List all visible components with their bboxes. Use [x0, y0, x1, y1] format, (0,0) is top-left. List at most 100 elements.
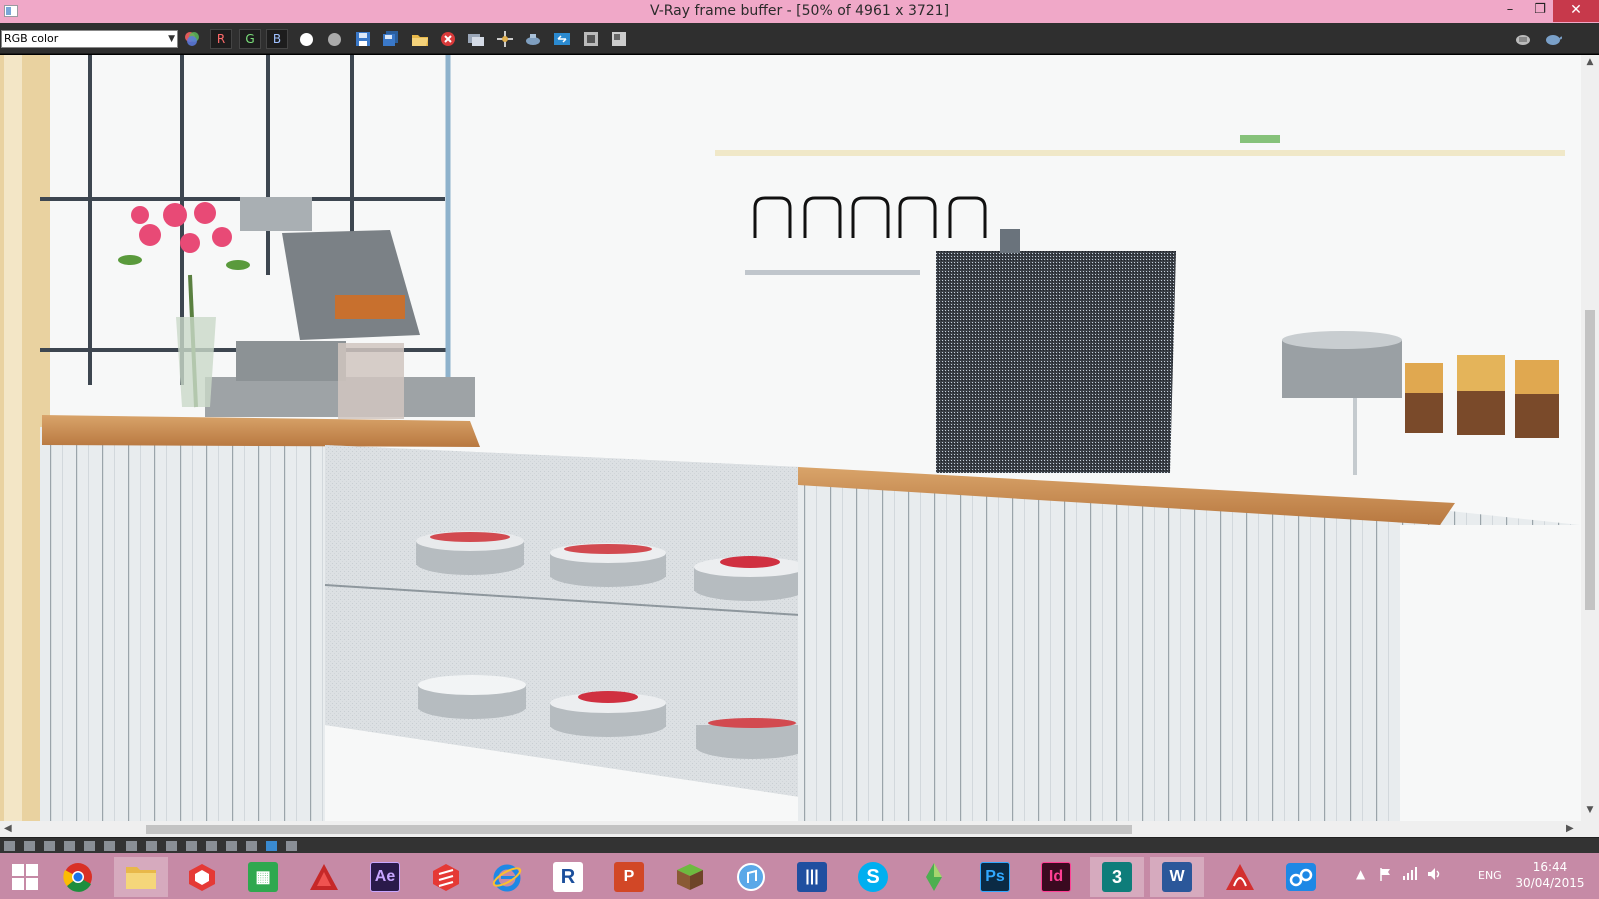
- color-wheel-icon: [185, 32, 199, 46]
- teapot-region-icon: [526, 34, 540, 45]
- alpha-white-button[interactable]: [295, 29, 317, 49]
- taskbar-app-sketchup-make[interactable]: [419, 857, 473, 897]
- taskbar-app-skype[interactable]: S: [846, 857, 900, 897]
- blue-channel-button[interactable]: B: [266, 29, 288, 49]
- icc-icon[interactable]: [206, 841, 217, 851]
- track-mouse-button[interactable]: [494, 29, 516, 49]
- taskbar-app-minecraft[interactable]: [663, 857, 717, 897]
- tray-overflow-icon[interactable]: ▲: [1356, 867, 1365, 899]
- compare-h-icon[interactable]: [226, 841, 237, 851]
- save-image-button[interactable]: [352, 29, 374, 49]
- render-last-icon: [554, 33, 570, 45]
- scroll-down-icon[interactable]: ▼: [1581, 805, 1599, 815]
- clear-icon: [441, 32, 455, 46]
- channel-select[interactable]: RGB color ▼: [1, 30, 178, 48]
- scroll-up-icon[interactable]: ▲: [1581, 57, 1599, 67]
- input-language[interactable]: ENG: [1478, 869, 1502, 882]
- windows-taskbar: ▦ Ae R P ||| S Ps Id 3 W ▲ ENG 16:44 30/…: [0, 853, 1599, 899]
- duplicate-icon: [468, 34, 484, 46]
- clear-image-button[interactable]: [437, 29, 459, 49]
- window-title: V-Ray frame buffer - [50% of 4961 x 3721…: [649, 3, 950, 19]
- color-balance-icon[interactable]: [84, 841, 95, 851]
- taskbar-app-itunes[interactable]: [724, 857, 778, 897]
- ab-compare-icon[interactable]: [266, 841, 277, 851]
- action-center-flag-icon[interactable]: [1378, 866, 1394, 899]
- taskbar-app-indesign[interactable]: Id: [1029, 857, 1083, 897]
- taskbar-app-store[interactable]: ▦: [236, 857, 290, 897]
- taskbar-app-autocad[interactable]: [297, 857, 351, 897]
- taskbar-app-powerpoint[interactable]: P: [602, 857, 656, 897]
- network-signal-icon[interactable]: [1402, 867, 1418, 899]
- horizontal-scroll-thumb[interactable]: [146, 825, 1132, 834]
- multi-floppy-icon: [383, 31, 398, 46]
- cloud-sync-icon: [1286, 863, 1316, 891]
- crosshair-icon: [497, 31, 513, 47]
- scroll-right-icon[interactable]: ▶: [1566, 821, 1574, 837]
- autocad-icon: [310, 864, 338, 890]
- green-channel-button[interactable]: G: [239, 29, 261, 49]
- render-button[interactable]: [1542, 29, 1564, 49]
- taskbar-app-photoshop[interactable]: Ps: [968, 857, 1022, 897]
- lut-icon[interactable]: [166, 841, 177, 851]
- vertical-scroll-thumb[interactable]: [1585, 310, 1595, 610]
- start-button[interactable]: [12, 864, 38, 890]
- taskbar-app-sketchup[interactable]: [175, 857, 229, 897]
- taskbar-app-sims[interactable]: [907, 857, 961, 897]
- vfb-toolbar: RGB color ▼ R G B: [0, 23, 1599, 54]
- clock-date: 30/04/2015: [1515, 876, 1585, 890]
- volume-icon[interactable]: [1426, 867, 1442, 899]
- taskbar-app-3ds-max[interactable]: 3: [1090, 857, 1144, 897]
- scroll-left-icon[interactable]: ◀: [4, 821, 12, 837]
- chrome-icon: [63, 863, 92, 892]
- corrections-icon: [612, 32, 626, 46]
- duplicate-to-max-button[interactable]: [465, 29, 487, 49]
- taskbar-app-revit[interactable]: R: [541, 857, 595, 897]
- vertical-scrollbar[interactable]: ▲ ▼: [1581, 55, 1599, 821]
- red-channel-button[interactable]: R: [210, 29, 232, 49]
- info-icon[interactable]: [24, 841, 35, 851]
- frame-info-icon: [584, 32, 598, 46]
- taskbar-app-media-player[interactable]: |||: [785, 857, 839, 897]
- show-corrections-button[interactable]: [608, 29, 630, 49]
- load-image-button[interactable]: [409, 29, 431, 49]
- taskbar-app-after-effects[interactable]: Ae: [358, 857, 412, 897]
- after-effects-icon: Ae: [370, 862, 400, 892]
- render-last-button[interactable]: [551, 29, 573, 49]
- curve-icon[interactable]: [126, 841, 137, 851]
- stop-render-button[interactable]: [1512, 29, 1534, 49]
- ocio-icon[interactable]: [186, 841, 197, 851]
- taskbar-app-internet-explorer[interactable]: [480, 857, 534, 897]
- render-viewport[interactable]: [0, 55, 1581, 821]
- link-to-max-button[interactable]: [580, 29, 602, 49]
- horizontal-scrollbar[interactable]: ◀ ▶: [0, 821, 1581, 837]
- history-icon[interactable]: [4, 841, 15, 851]
- white-dot-icon: [299, 32, 313, 46]
- taskbar-clock[interactable]: 16:44 30/04/2015: [1510, 859, 1590, 891]
- compare-v-icon[interactable]: [246, 841, 257, 851]
- restore-button[interactable]: ❐: [1525, 0, 1555, 22]
- taskbar-app-chrome[interactable]: [51, 857, 105, 897]
- close-button[interactable]: ✕: [1553, 0, 1599, 22]
- skype-icon: S: [858, 862, 888, 892]
- itunes-icon: [737, 863, 765, 891]
- floppy-icon: [356, 32, 370, 46]
- lens-effects-icon[interactable]: [286, 841, 297, 851]
- minimize-button[interactable]: –: [1495, 0, 1525, 22]
- taskbar-app-word[interactable]: W: [1150, 857, 1204, 897]
- channel-select-value: RGB color: [4, 32, 59, 45]
- color-picker-button[interactable]: [181, 29, 203, 49]
- taskbar-app-explorer[interactable]: [114, 857, 168, 897]
- photoshop-icon: Ps: [980, 862, 1010, 892]
- save-all-button[interactable]: [380, 29, 402, 49]
- taskbar-app-acrobat[interactable]: [1213, 857, 1267, 897]
- pixel-info-icon[interactable]: [44, 841, 55, 851]
- levels-icon[interactable]: [64, 841, 75, 851]
- store-icon: ▦: [248, 862, 278, 892]
- monochrome-button[interactable]: [323, 29, 345, 49]
- histogram-icon[interactable]: [104, 841, 115, 851]
- rendered-image: [0, 55, 1581, 821]
- exposure-icon[interactable]: [146, 841, 157, 851]
- region-render-button[interactable]: [522, 29, 544, 49]
- taskbar-app-cloud-sync[interactable]: [1274, 857, 1328, 897]
- media-player-icon: |||: [797, 862, 827, 892]
